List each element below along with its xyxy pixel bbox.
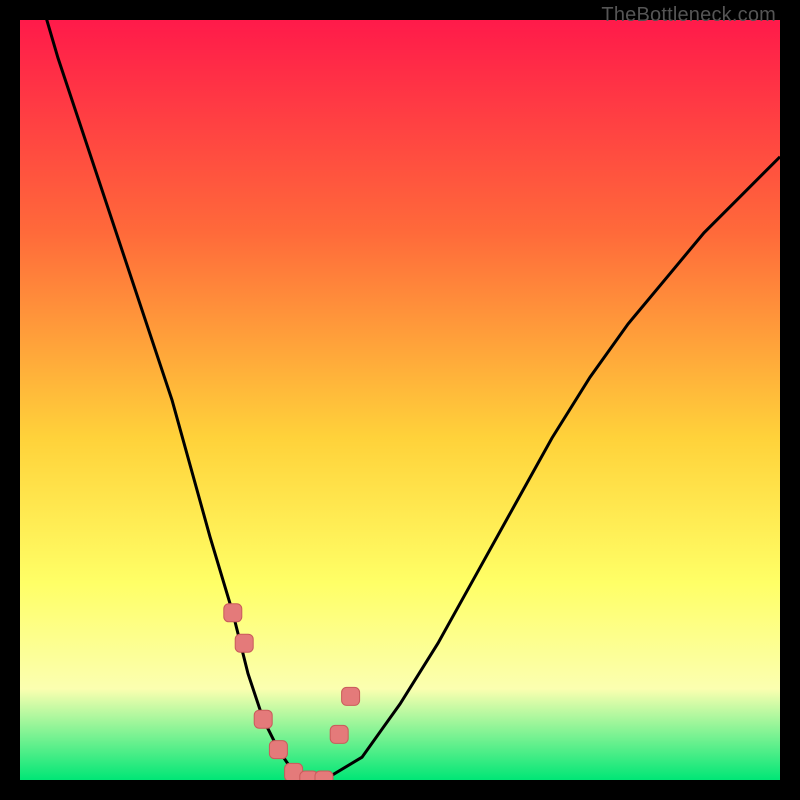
marker-point — [224, 604, 242, 622]
plot-area — [20, 20, 780, 780]
highlight-markers — [224, 604, 360, 780]
marker-point — [330, 725, 348, 743]
marker-point — [342, 687, 360, 705]
marker-point — [235, 634, 253, 652]
watermark-text: TheBottleneck.com — [601, 4, 776, 27]
marker-point — [315, 771, 333, 780]
marker-point — [269, 741, 287, 759]
bottleneck-curve — [20, 20, 780, 780]
curve-layer — [20, 20, 780, 780]
marker-point — [254, 710, 272, 728]
